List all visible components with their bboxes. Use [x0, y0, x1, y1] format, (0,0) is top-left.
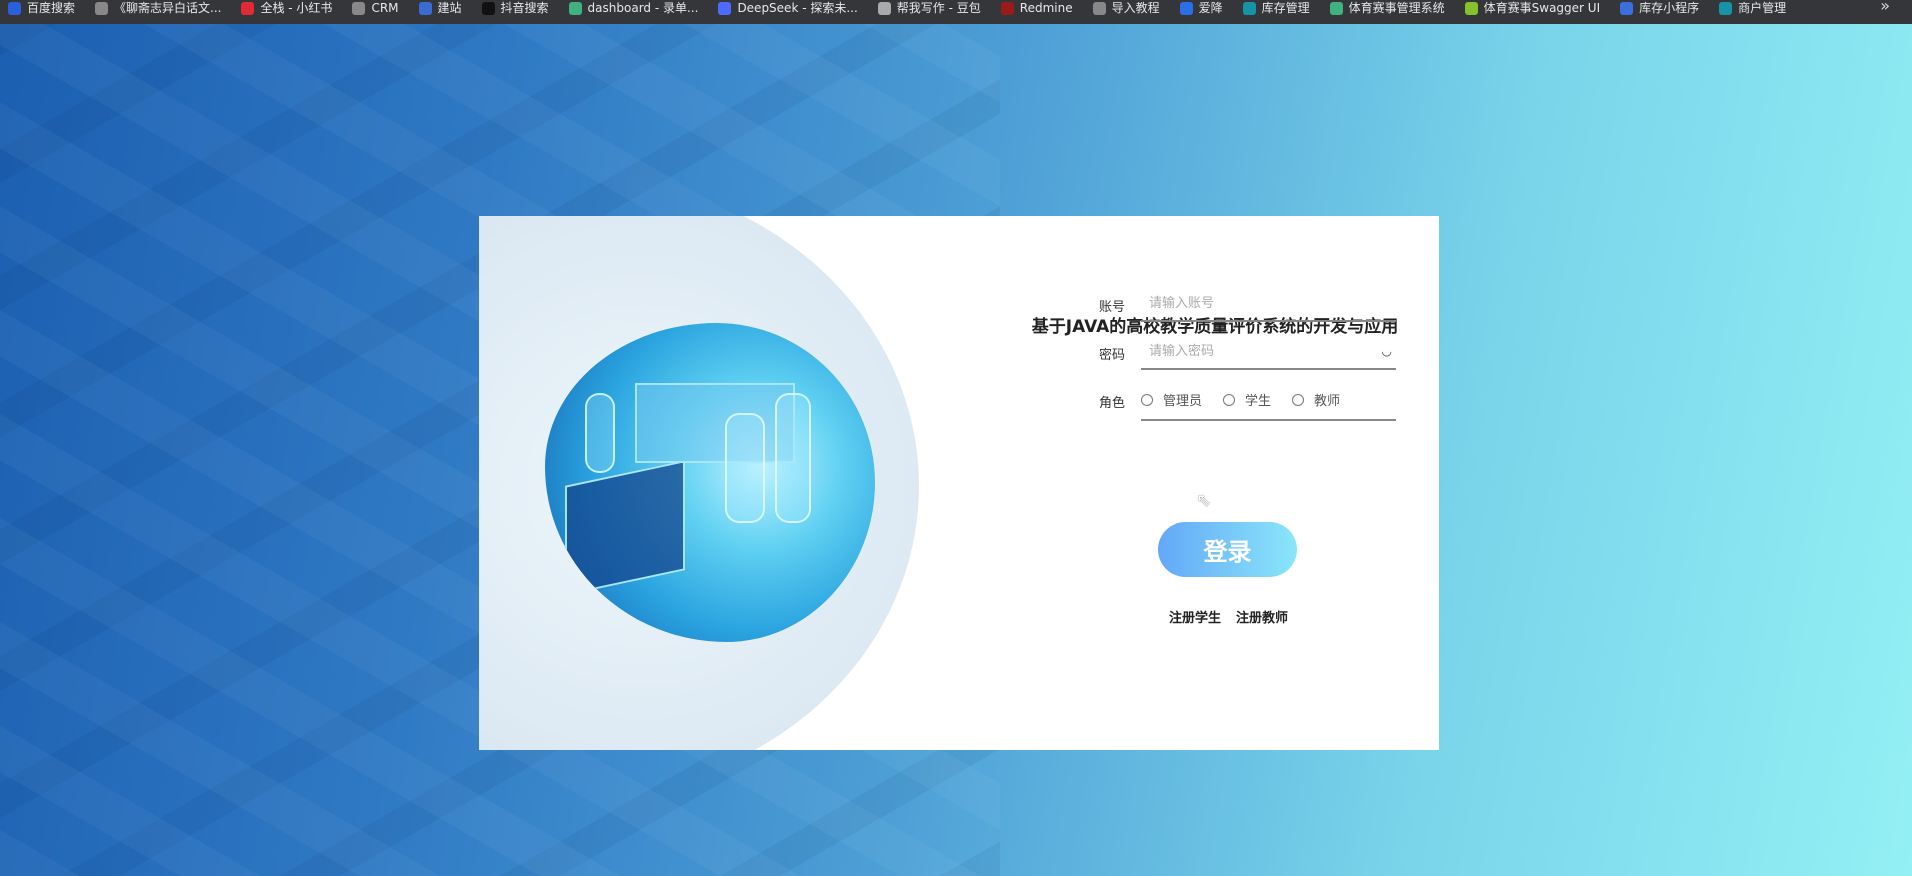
bookmark-item[interactable]: 库存管理 [1242, 0, 1310, 20]
password-row: 密码 ◡ [1099, 336, 1396, 376]
bookmark-item[interactable]: 爱降 [1179, 0, 1223, 20]
bookmark-item[interactable]: 商户管理 [1719, 0, 1786, 20]
bookmark-favicon-icon [1000, 1, 1014, 15]
bookmark-item[interactable]: Redmine [1000, 0, 1073, 20]
bookmark-item[interactable]: DeepSeek - 探索未... [718, 0, 858, 20]
bookmark-label: Redmine [1019, 1, 1073, 15]
role-label: 角色 [1099, 396, 1126, 411]
account-input[interactable] [1141, 288, 1361, 318]
bookmark-label: 建站 [437, 1, 462, 15]
bookmark-favicon-icon [877, 1, 891, 15]
bookmark-favicon-icon [95, 1, 109, 15]
bookmark-item[interactable]: CRM [352, 0, 399, 20]
role-label-teacher: 教师 [1314, 394, 1341, 409]
bookmark-label: 库存小程序 [1639, 1, 1700, 15]
bookmark-label: 体育赛事管理系统 [1348, 1, 1445, 15]
bookmark-favicon-icon [352, 1, 366, 15]
bookmark-label: 库存管理 [1261, 1, 1310, 15]
bookmark-label: 商户管理 [1738, 1, 1787, 15]
account-label: 账号 [1099, 300, 1126, 315]
bookmark-label: 爱降 [1198, 1, 1223, 15]
account-row: 账号 [1099, 288, 1396, 328]
bookmark-favicon-icon [718, 1, 732, 15]
bookmark-favicon-icon [418, 1, 432, 15]
bookmark-favicon-icon [481, 1, 495, 15]
bookmark-label: 百度搜索 [27, 1, 76, 15]
role-radio-admin[interactable]: 管理员 [1141, 390, 1202, 409]
bookmark-item[interactable]: 体育赛事Swagger UI [1464, 0, 1601, 20]
bookmark-item[interactable]: 帮我写作 - 豆包 [877, 0, 981, 20]
login-button[interactable]: 登录 [1158, 522, 1297, 577]
bookmark-label: 《聊斋志异白话文... [114, 1, 222, 15]
role-label-admin: 管理员 [1163, 394, 1203, 409]
bookmark-label: 全栈 - 小红书 [260, 1, 333, 15]
role-radio-student[interactable]: 学生 [1223, 390, 1271, 409]
role-radio-teacher[interactable]: 教师 [1292, 390, 1340, 409]
role-row: 角色 管理员 学生 教师 [1099, 384, 1396, 424]
bookmark-item[interactable]: 《聊斋志异白话文... [95, 0, 221, 20]
bookmark-item[interactable]: dashboard - 录单... [568, 0, 699, 20]
login-card: 基于JAVA的高校教学质量评价系统的开发与应用 账号 密码 ◡ 角色 管理员 学… [479, 216, 1439, 750]
bookmark-item[interactable]: 导入教程 [1092, 0, 1160, 20]
bookmark-label: 导入教程 [1111, 1, 1160, 15]
bookmark-favicon-icon [1719, 1, 1733, 15]
bookmark-label: CRM [371, 1, 399, 15]
more-bookmarks-button[interactable]: » [1880, 0, 1890, 15]
bookmark-label: DeepSeek - 探索未... [737, 1, 858, 15]
eye-closed-icon[interactable]: ◡ [1382, 344, 1392, 358]
bookmark-item[interactable]: 库存小程序 [1620, 0, 1699, 20]
bookmark-item[interactable]: 体育赛事管理系统 [1329, 0, 1445, 20]
bookmark-favicon-icon [568, 1, 582, 15]
password-input[interactable] [1141, 336, 1361, 366]
bookmark-favicon-icon [1464, 1, 1478, 15]
bookmark-label: dashboard - 录单... [587, 1, 699, 15]
register-student-link[interactable]: 注册学生 [1169, 607, 1221, 626]
bookmarks-bar: 百度搜索 《聊斋志异白话文... 全栈 - 小红书 CRM 建站 抖音搜索 dashboar… [0, 0, 1912, 24]
bookmark-item[interactable]: 全栈 - 小红书 [241, 0, 332, 20]
bookmark-favicon-icon [1242, 1, 1256, 15]
bookmark-item[interactable]: 百度搜索 [8, 0, 75, 20]
bookmark-item[interactable]: 建站 [418, 0, 462, 20]
mouse-cursor-icon: ⇖ [1196, 490, 1212, 511]
register-teacher-link[interactable]: 注册教师 [1236, 607, 1288, 626]
bookmark-item[interactable]: 抖音搜索 [481, 0, 549, 20]
bookmark-favicon-icon [8, 1, 21, 15]
bookmark-label: 体育赛事Swagger UI [1483, 1, 1601, 15]
bookmark-favicon-icon [241, 1, 255, 15]
bookmark-favicon-icon [1620, 1, 1634, 15]
bookmark-label: 抖音搜索 [500, 1, 549, 15]
bookmark-label: 帮我写作 - 豆包 [896, 1, 981, 15]
role-label-student: 学生 [1245, 394, 1272, 409]
bookmark-favicon-icon [1329, 1, 1343, 15]
bookmark-favicon-icon [1179, 1, 1193, 15]
bookmark-favicon-icon [1092, 1, 1106, 15]
password-label: 密码 [1099, 348, 1126, 363]
